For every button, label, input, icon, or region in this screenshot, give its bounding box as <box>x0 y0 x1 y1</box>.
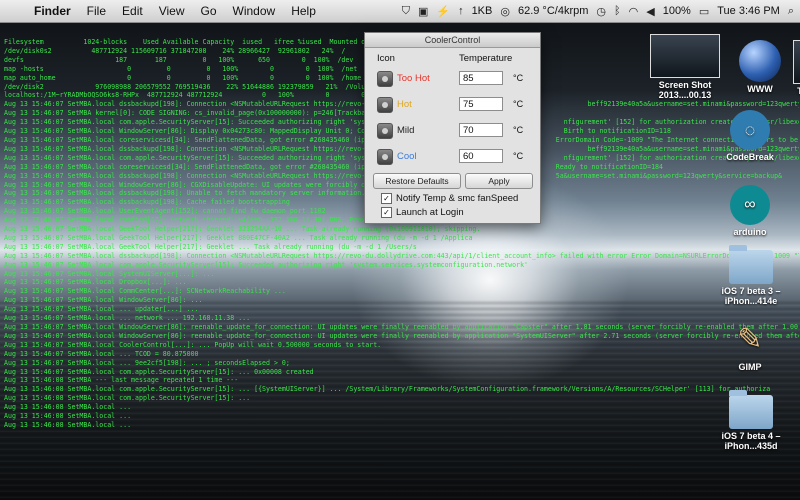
unit-label: °C <box>513 151 524 161</box>
folder-icon <box>729 245 773 284</box>
level-row-too-hot: Too Hot 85 °C <box>373 69 533 89</box>
desktop-icon-screenshot[interactable]: Screen Shot 2013....00.13 <box>640 34 730 100</box>
log-line: Aug 13 15:46:07 SetMBA.local dssbackupd[… <box>4 251 799 260</box>
codebreak-icon: ◌ <box>730 110 770 150</box>
arduino-icon: ∞ <box>730 185 770 225</box>
menu-edit[interactable]: Edit <box>114 4 151 18</box>
level-name: Too Hot <box>397 73 430 84</box>
log-line: Aug 13 15:46:08 SetMBA.local ... <box>4 412 136 421</box>
up-arrow-icon[interactable]: ↑ <box>458 5 464 17</box>
log-line: Aug 13 15:46:08 SetMBA.local ... <box>4 403 136 412</box>
log-line: Aug 13 15:46:07 SetMBA.local ... updater… <box>4 305 199 314</box>
menu-app-name[interactable]: Finder <box>26 4 79 18</box>
shield-icon[interactable]: ⛉ <box>402 5 410 18</box>
level-name: Mild <box>397 125 415 136</box>
temperature-input[interactable]: 70 <box>459 123 503 137</box>
globe-icon <box>739 40 781 82</box>
menu-bar: Finder File Edit View Go Window Help ⛉ ▣… <box>0 0 800 23</box>
battery-icon[interactable]: ▭ <box>699 5 709 18</box>
spotlight-icon[interactable]: ⌕ <box>788 5 794 18</box>
temperature-input[interactable]: 85 <box>459 71 503 85</box>
log-line: Aug 13 15:46:07 SetMBA.local WindowServe… <box>4 323 799 331</box>
level-row-cool: Cool 60 °C <box>373 147 533 167</box>
log-line: Aug 13 15:46:08 SetMBA --- last message … <box>4 376 239 385</box>
column-header-temperature: Temperature <box>459 53 513 64</box>
temperature-input[interactable]: 60 <box>459 149 503 163</box>
log-line: Aug 13 15:46:07 SetMBA.local ... network… <box>4 314 251 323</box>
folder-icon <box>729 390 773 429</box>
image-icon <box>650 34 720 78</box>
log-line: Aug 13 15:46:07 SetMBA.local ... TCOD = … <box>4 349 199 358</box>
temperature-input[interactable]: 75 <box>459 97 503 111</box>
log-line: Aug 13 15:46:08 SetMBA.local com.apple.S… <box>4 385 771 394</box>
menu-view[interactable]: View <box>151 4 193 18</box>
log-line: Aug 13 15:46:07 SetMBA.local SystemUISer… <box>4 269 215 278</box>
apply-button[interactable]: Apply <box>465 173 533 189</box>
temperature-label[interactable]: 62.9 °C/4krpm <box>518 5 588 17</box>
log-line: Aug 13 15:46:08 SetMBA.local ... <box>4 420 136 429</box>
menu-go[interactable]: Go <box>193 4 225 18</box>
clock-icon[interactable]: ◷ <box>596 5 606 18</box>
log-line: Aug 13 15:46:07 SetMBA.local com.apple.S… <box>4 367 314 376</box>
log-line: Aug 13 15:46:07 SetMBA.local WindowServe… <box>4 331 799 340</box>
log-line: Aug 13 15:46:07 SetMBA.local com.apple.S… <box>4 260 529 269</box>
fan-icon[interactable]: ◎ <box>500 5 510 18</box>
log-line: Aug 13 15:46:08 SetMBA.local com.apple.S… <box>4 394 255 403</box>
camera-icon[interactable]: ▣ <box>418 5 428 18</box>
notify-checkbox-row[interactable]: ✓ Notify Temp & smc fanSpeed <box>381 193 518 204</box>
desktop-icon-codebreak[interactable]: ◌ CodeBreak <box>720 110 780 162</box>
volume-icon[interactable]: ◀ <box>646 5 654 18</box>
notify-checkbox[interactable]: ✓ <box>381 193 392 204</box>
level-name: Cool <box>397 151 417 162</box>
log-line: Aug 13 15:46:07 SetMBA.local GeekTool He… <box>4 225 481 234</box>
log-line: Aug 13 15:46:07 SetMBA.local Dropbox[...… <box>4 278 187 287</box>
level-icon-well[interactable] <box>377 123 393 139</box>
battery-label[interactable]: 100% <box>663 5 691 17</box>
menu-file[interactable]: File <box>79 4 114 18</box>
desktop-icon-ios7-beta3[interactable]: iOS 7 beta 3 – iPhon...414e <box>715 245 787 306</box>
notify-label: Notify Temp & smc fanSpeed <box>396 193 519 204</box>
unit-label: °C <box>513 99 524 109</box>
level-icon-well[interactable] <box>377 71 393 87</box>
bolt-icon[interactable]: ⚡ <box>436 5 450 18</box>
gimp-icon: ✎ <box>737 323 763 356</box>
cooler-control-window: CoolerControl Icon Temperature Too Hot 8… <box>364 32 541 224</box>
log-line: Aug 13 15:46:07 SetMBA.local CommCenter[… <box>4 287 286 296</box>
desktop-icon-www[interactable]: WWW <box>730 40 790 94</box>
launch-checkbox[interactable]: ✓ <box>381 207 392 218</box>
launch-checkbox-row[interactable]: ✓ Launch at Login <box>381 207 464 218</box>
menu-status-area: ⛉ ▣ ⚡ ↑ 1KB ◎ 62.9 °C/4krpm ◷ ᛒ ◠ ◀ 100%… <box>402 5 800 18</box>
log-line: Aug 13 15:46:07 SetMBA.local WindowServe… <box>4 296 203 305</box>
network-speed-label[interactable]: 1KB <box>472 5 493 17</box>
level-icon-well[interactable] <box>377 97 393 113</box>
desktop-icon-gimp[interactable]: ✎ GIMP <box>720 320 780 372</box>
log-line: Aug 13 15:46:07 SetMBA.local ... 9ee2cf5… <box>4 358 290 367</box>
log-line: Aug 13 15:46:07 SetMBA.local CoolerContr… <box>4 340 382 349</box>
image-icon <box>793 40 800 84</box>
level-row-mild: Mild 70 °C <box>373 121 533 141</box>
wifi-icon[interactable]: ◠ <box>629 5 639 18</box>
unit-label: °C <box>513 125 524 135</box>
menu-help[interactable]: Help <box>283 4 324 18</box>
menu-clock[interactable]: Tue 3:46 PM <box>717 5 780 17</box>
menu-window[interactable]: Window <box>225 4 284 18</box>
restore-defaults-button[interactable]: Restore Defaults <box>373 173 461 189</box>
level-name: Hot <box>397 99 412 110</box>
desktop-icon-ti[interactable]: Ti <box>786 40 800 96</box>
desktop-icon-arduino[interactable]: ∞ arduino <box>720 185 780 237</box>
log-line: Aug 13 15:46:07 SetMBA.local GeekTool He… <box>4 233 473 242</box>
launch-label: Launch at Login <box>396 207 464 218</box>
unit-label: °C <box>513 73 524 83</box>
level-row-hot: Hot 75 °C <box>373 95 533 115</box>
desktop-icon-ios7-beta4[interactable]: iOS 7 beta 4 – iPhon...435d <box>715 390 787 451</box>
log-line: Aug 13 15:46:07 SetMBA.local GeekTool He… <box>4 242 417 251</box>
bluetooth-icon[interactable]: ᛒ <box>614 5 621 17</box>
column-header-icon: Icon <box>377 53 395 64</box>
window-title[interactable]: CoolerControl <box>365 33 540 48</box>
level-icon-well[interactable] <box>377 149 393 165</box>
